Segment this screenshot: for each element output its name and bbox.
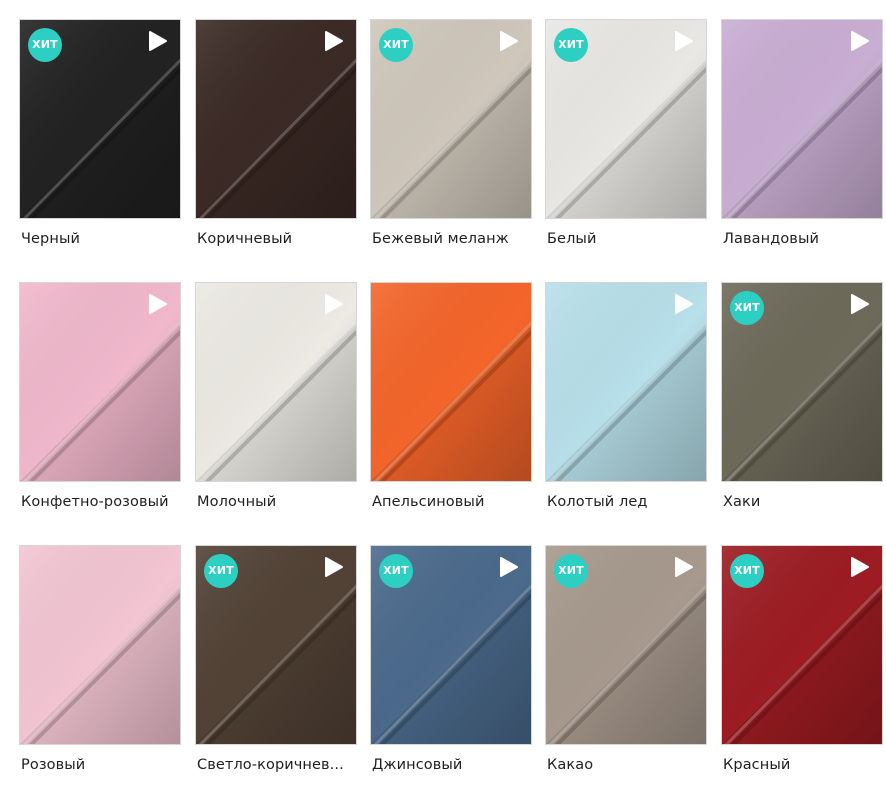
color-name-label: Какао <box>547 757 594 773</box>
color-swatch-card[interactable]: Конфетно-розовый <box>19 282 181 510</box>
color-swatch-card[interactable]: ХИТ Красный <box>721 545 883 773</box>
color-name-label: Лавандовый <box>723 231 820 247</box>
fabric-swatch-image[interactable] <box>195 19 357 219</box>
color-name-label: Бежевый меланж <box>372 231 509 247</box>
play-icon[interactable] <box>672 30 694 52</box>
fabric-swatch-image[interactable] <box>195 282 357 482</box>
fabric-swatch-image[interactable] <box>19 545 181 745</box>
play-icon[interactable] <box>672 556 694 578</box>
color-swatch-card[interactable]: Апельсиновый <box>370 282 532 510</box>
fabric-swatch-image[interactable]: ХИТ <box>721 545 883 745</box>
play-icon[interactable] <box>672 293 694 315</box>
fabric-swatch-image[interactable]: ХИТ <box>370 545 532 745</box>
hit-badge: ХИТ <box>204 554 238 588</box>
color-name-label: Коричневый <box>197 231 293 247</box>
color-name-label: Колотый лед <box>547 494 648 510</box>
color-name-label: Апельсиновый <box>372 494 485 510</box>
color-name-label: Хаки <box>723 494 761 510</box>
play-icon[interactable] <box>322 293 344 315</box>
fabric-swatch-image[interactable]: ХИТ <box>721 282 883 482</box>
color-name-label: Красный <box>723 757 791 773</box>
play-icon[interactable] <box>146 293 168 315</box>
fabric-swatch-image[interactable] <box>370 282 532 482</box>
fabric-swatch-image[interactable]: ХИТ <box>545 545 707 745</box>
color-swatch-card[interactable]: Розовый <box>19 545 181 773</box>
fabric-swatch-image[interactable] <box>545 282 707 482</box>
hit-badge: ХИТ <box>730 291 764 325</box>
hit-badge: ХИТ <box>730 554 764 588</box>
color-swatch-card[interactable]: ХИТ Светло-коричнев... <box>195 545 357 773</box>
color-name-label: Конфетно-розовый <box>21 494 169 510</box>
color-swatch-card[interactable]: Колотый лед <box>545 282 707 510</box>
color-swatch-grid: ХИТ Черный Коричневый ХИТ Бежевый меланж ХИТ Б… <box>0 0 886 788</box>
play-icon[interactable] <box>848 556 870 578</box>
color-name-label: Розовый <box>21 757 86 773</box>
color-swatch-card[interactable]: Молочный <box>195 282 357 510</box>
color-name-label: Молочный <box>197 494 277 510</box>
color-swatch-card[interactable]: ХИТ Хаки <box>721 282 883 510</box>
fabric-swatch-image[interactable]: ХИТ <box>370 19 532 219</box>
color-swatch-card[interactable]: ХИТ Черный <box>19 19 181 247</box>
color-name-label: Черный <box>21 231 81 247</box>
color-swatch-card[interactable]: ХИТ Белый <box>545 19 707 247</box>
hit-badge: ХИТ <box>379 554 413 588</box>
play-icon[interactable] <box>497 30 519 52</box>
fabric-fold-shading <box>20 546 180 744</box>
color-name-label: Светло-коричнев... <box>197 757 344 773</box>
fabric-swatch-image[interactable] <box>721 19 883 219</box>
color-swatch-card[interactable]: Коричневый <box>195 19 357 247</box>
fabric-swatch-image[interactable]: ХИТ <box>545 19 707 219</box>
fabric-swatch-image[interactable] <box>19 282 181 482</box>
play-icon[interactable] <box>322 30 344 52</box>
hit-badge: ХИТ <box>379 28 413 62</box>
hit-badge: ХИТ <box>554 28 588 62</box>
hit-badge: ХИТ <box>28 28 62 62</box>
color-swatch-card[interactable]: ХИТ Какао <box>545 545 707 773</box>
fabric-fold-shading <box>371 283 531 481</box>
fabric-swatch-image[interactable]: ХИТ <box>19 19 181 219</box>
color-name-label: Белый <box>547 231 597 247</box>
color-swatch-card[interactable]: Лавандовый <box>721 19 883 247</box>
play-icon[interactable] <box>322 556 344 578</box>
play-icon[interactable] <box>146 30 168 52</box>
play-icon[interactable] <box>848 30 870 52</box>
color-swatch-card[interactable]: ХИТ Бежевый меланж <box>370 19 532 247</box>
play-icon[interactable] <box>497 556 519 578</box>
color-name-label: Джинсовый <box>372 757 463 773</box>
fabric-swatch-image[interactable]: ХИТ <box>195 545 357 745</box>
play-icon[interactable] <box>848 293 870 315</box>
color-swatch-card[interactable]: ХИТ Джинсовый <box>370 545 532 773</box>
hit-badge: ХИТ <box>554 554 588 588</box>
